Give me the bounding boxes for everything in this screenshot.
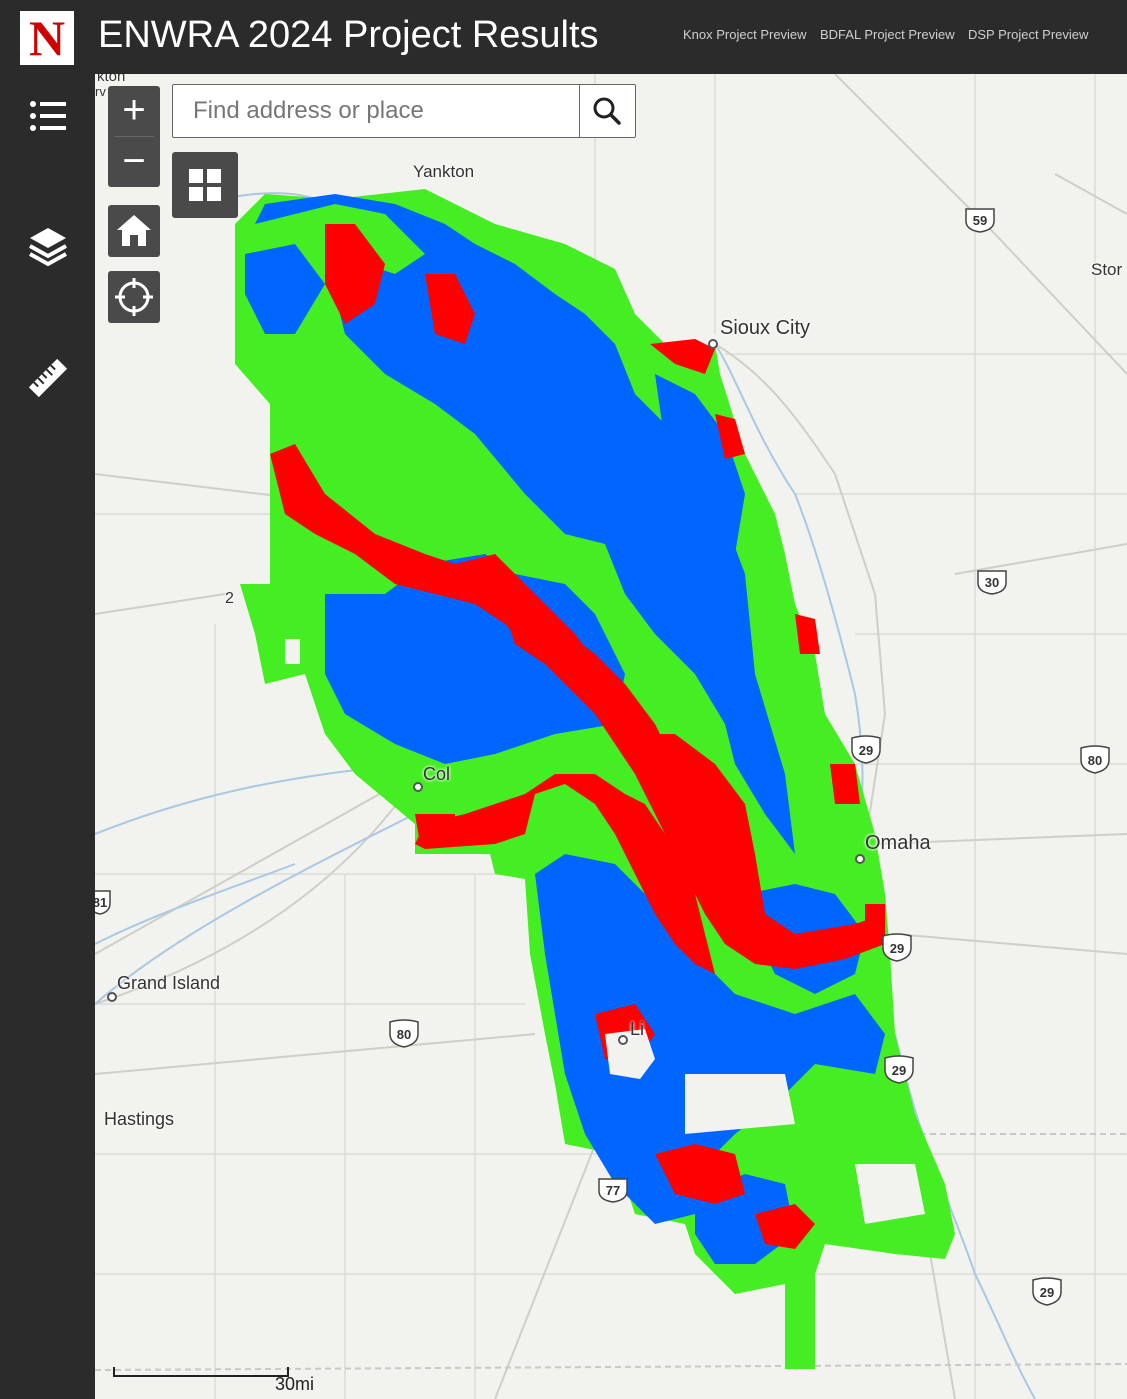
zoom-in-button[interactable]: + <box>108 86 160 136</box>
route-shield-77: 77 <box>596 1176 630 1204</box>
app-title: ENWRA 2024 Project Results <box>98 14 599 56</box>
knox-preview-link[interactable]: Knox Project Preview <box>683 27 807 42</box>
app-header: N ENWRA 2024 Project Results Knox Projec… <box>0 0 1127 74</box>
home-button[interactable] <box>108 205 160 257</box>
crosshair-icon <box>115 278 153 316</box>
study-area-red-sw <box>415 814 455 844</box>
study-area <box>235 189 955 1369</box>
interstate-shield-29-se: 29 <box>1030 1276 1064 1306</box>
interstate-shield-80-west: 80 <box>387 1018 421 1048</box>
label-yankton: Yankton <box>413 162 475 181</box>
interstate-shield-80-east: 80 <box>1078 744 1112 774</box>
scale-label: 30mi <box>275 1374 315 1394</box>
interstate-shield-29-omaha: 29 <box>880 932 914 962</box>
sidebar <box>0 74 95 1399</box>
interstate-shield-29-south: 29 <box>882 1054 916 1084</box>
route-shield-30: 30 <box>975 568 1009 596</box>
locate-button[interactable] <box>108 271 160 323</box>
study-area-red-east3 <box>830 764 860 804</box>
dsp-preview-link[interactable]: DSP Project Preview <box>968 27 1088 42</box>
label-omaha: Omaha <box>865 832 931 854</box>
list-icon[interactable] <box>24 92 72 140</box>
basemap-gallery-button[interactable] <box>172 152 238 218</box>
label-rv: rv <box>95 84 106 99</box>
search-button[interactable] <box>579 85 635 137</box>
search-widget <box>172 84 636 138</box>
label-storm: Stor <box>1091 260 1123 279</box>
label-lincoln: Li <box>630 1019 645 1039</box>
zoom-controls: + − <box>108 86 160 187</box>
study-area-hole-w <box>285 639 300 664</box>
study-area-hole-e <box>855 1164 925 1224</box>
search-input[interactable] <box>173 85 581 137</box>
interstate-shield-29-north: 29 <box>849 734 883 764</box>
search-icon <box>593 97 621 125</box>
label-grand-island: Grand Island <box>117 973 221 993</box>
bdfal-preview-link[interactable]: BDFAL Project Preview <box>820 27 955 42</box>
grid-icon <box>189 169 221 201</box>
scale-bar <box>113 1367 289 1377</box>
university-logo: N <box>20 11 74 65</box>
map-view[interactable]: Yankton Sioux City Stor Col Omaha Li Gra… <box>95 74 1127 1399</box>
zoom-out-button[interactable]: − <box>108 137 160 187</box>
route-shield-81: 81 <box>95 888 113 916</box>
layers-icon[interactable] <box>24 222 72 270</box>
ruler-icon[interactable] <box>24 354 72 402</box>
label-sioux-city: Sioux City <box>720 317 811 339</box>
label-columbus: Col <box>423 764 451 784</box>
logo-letter: N <box>28 10 66 66</box>
home-icon <box>117 215 151 246</box>
label-two: 2 <box>225 590 234 607</box>
route-shield-59: 59 <box>963 206 997 234</box>
label-hastings: Hastings <box>104 1109 175 1129</box>
study-area-hole-se <box>685 1074 795 1134</box>
